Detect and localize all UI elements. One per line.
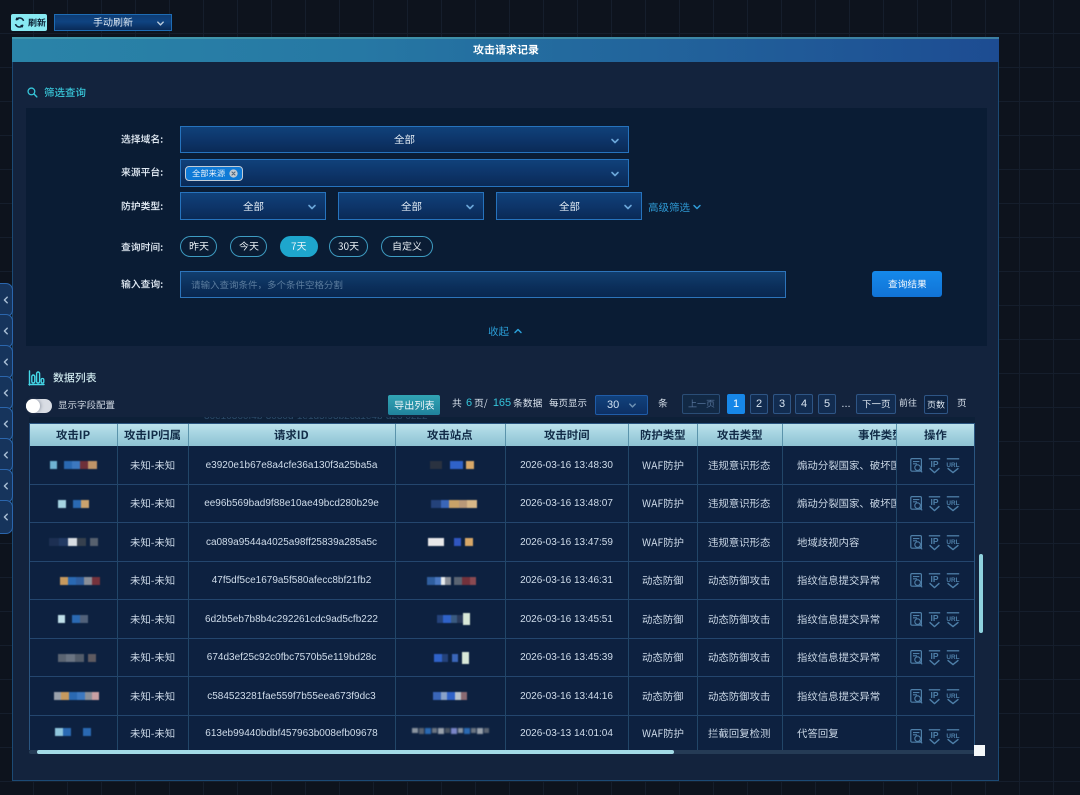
svg-text:IP: IP [930,730,938,740]
svg-text:IP: IP [930,690,938,700]
svg-text:IP: IP [930,651,938,661]
svg-text:IP: IP [930,497,938,507]
svg-text:IP: IP [930,536,938,546]
svg-text:IP: IP [930,459,938,469]
svg-text:IP: IP [930,613,938,623]
svg-text:IP: IP [930,574,938,584]
